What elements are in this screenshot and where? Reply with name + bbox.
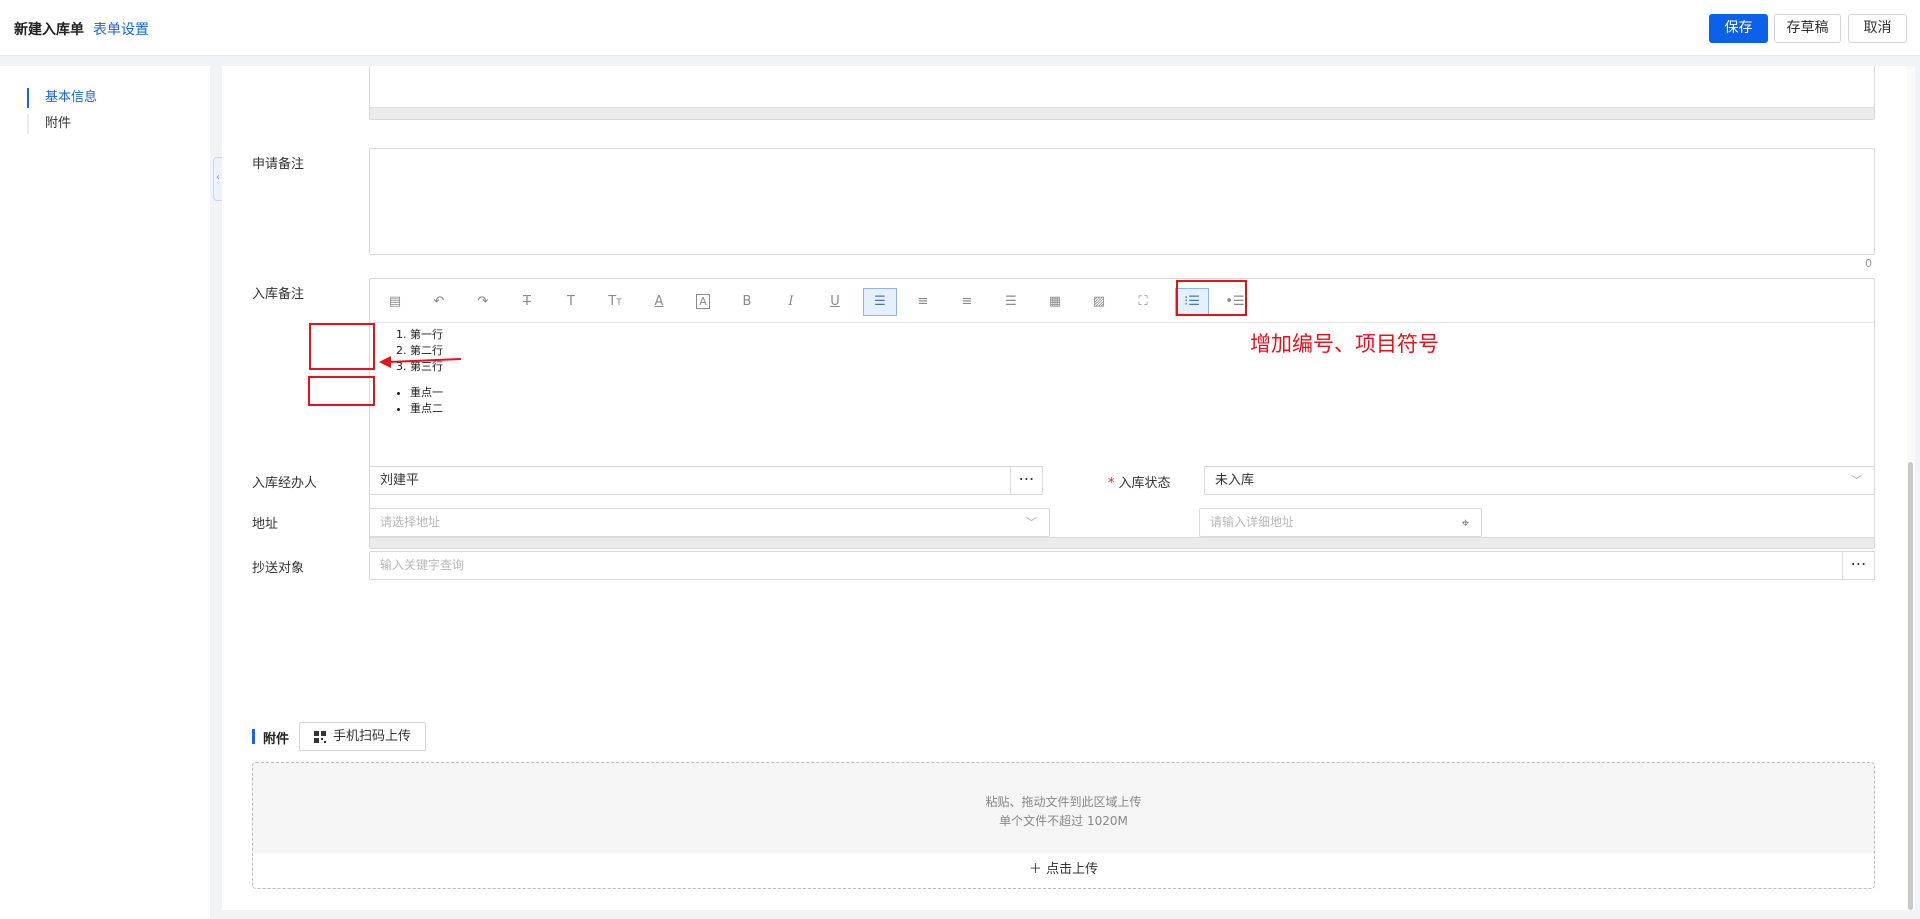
font-color-icon[interactable]: A	[643, 288, 675, 316]
mobile-scan-upload-label: 手机扫码上传	[333, 729, 412, 744]
ordered-list-item: 第一行	[410, 327, 443, 343]
stock-status-label-text: 入库状态	[1118, 476, 1171, 491]
size-limit-hint: 单个文件不超过 1020M	[999, 814, 1128, 828]
underline-icon[interactable]: U	[819, 288, 851, 316]
chevron-down-icon: ﹀	[1851, 474, 1862, 487]
previous-field-editor[interactable]	[369, 66, 1875, 120]
address-select-placeholder: 请选择地址	[380, 515, 441, 529]
editor-content[interactable]: 第一行 第二行 第三行 重点一 重点二	[378, 327, 443, 417]
bullet-list-item: 重点一	[410, 385, 443, 401]
attachments-section-title: 附件	[263, 732, 290, 747]
stock-status-label: * 入库状态	[1108, 472, 1171, 491]
annotation-ordered-highlight	[309, 323, 375, 370]
qr-code-icon	[314, 731, 326, 743]
chevron-down-icon: ﹀	[1026, 516, 1037, 529]
italic-icon[interactable]: I	[775, 288, 807, 316]
mobile-scan-upload-button[interactable]: 手机扫码上传	[299, 722, 426, 751]
annotation-bullet-highlight	[308, 376, 375, 406]
stock-remark-label: 入库备注	[252, 287, 305, 302]
apply-remark-textarea[interactable]	[369, 148, 1875, 255]
cc-placeholder: 输入关键字查询	[380, 558, 465, 572]
align-left-icon[interactable]: ☰	[863, 288, 897, 316]
plus-icon: ＋	[1028, 862, 1042, 877]
image-icon[interactable]: ▨	[1083, 288, 1115, 316]
address-select[interactable]: 请选择地址 ﹀	[369, 508, 1050, 537]
handler-value: 刘建平	[380, 473, 420, 488]
stock-status-select[interactable]: 未入库 ﹀	[1204, 466, 1875, 495]
form-settings-link[interactable]: 表单设置	[93, 19, 149, 39]
editor-statusbar	[370, 537, 1874, 548]
address-detail-input[interactable]: 请输入详细地址 ⌖	[1199, 508, 1482, 537]
template-icon[interactable]: ▤	[379, 288, 411, 316]
upload-dropzone[interactable]: 粘贴、拖动文件到此区域上传 单个文件不超过 1020M ＋ 点击上传	[252, 762, 1875, 889]
annotation-text: 增加编号、项目符号	[1250, 332, 1439, 356]
cc-input[interactable]: 输入关键字查询 ⋯	[369, 551, 1875, 580]
more-options-button[interactable]: ⋯	[1010, 466, 1043, 495]
save-draft-button[interactable]: 存草稿	[1774, 14, 1841, 43]
annotation-arrow-icon	[379, 356, 462, 368]
chevron-left-icon: ‹	[216, 172, 220, 183]
sidebar-item-attachments[interactable]: 附件	[27, 114, 71, 134]
background-color-icon[interactable]: A	[687, 288, 719, 316]
undo-icon[interactable]: ↶	[423, 288, 455, 316]
bullet-list-item: 重点二	[410, 401, 443, 417]
section-marker	[252, 729, 255, 744]
cc-label: 抄送对象	[252, 561, 305, 576]
top-bar: 新建入库单 表单设置 保存 存草稿 取消	[0, 0, 1920, 56]
address-detail-placeholder: 请输入详细地址	[1210, 515, 1295, 529]
redo-icon[interactable]: ↷	[467, 288, 499, 316]
more-options-button[interactable]: ⋯	[1842, 551, 1875, 580]
main-form: 申请备注 0 入库备注 ▤ ↶ ↷ T T TT A A B I U ☰ ≡ ≡…	[222, 66, 1907, 910]
fullscreen-icon[interactable]: ⛶	[1127, 288, 1159, 316]
cancel-button[interactable]: 取消	[1848, 14, 1907, 43]
bold-icon[interactable]: B	[731, 288, 763, 316]
scrollbar-thumb[interactable]	[1908, 462, 1913, 910]
strikethrough-icon[interactable]: T	[511, 288, 543, 316]
bullet-list: 重点一 重点二	[378, 385, 443, 417]
annotation-toolbar-highlight	[1176, 280, 1247, 316]
page-title: 新建入库单	[14, 22, 84, 38]
stock-status-value: 未入库	[1215, 473, 1255, 488]
click-upload-label: 点击上传	[1046, 862, 1099, 877]
editor-statusbar	[370, 107, 1874, 119]
sidebar-item-basic-info[interactable]: 基本信息	[27, 88, 97, 108]
location-pin-icon[interactable]: ⌖	[1462, 510, 1469, 537]
handler-label: 入库经办人	[252, 476, 318, 491]
editor-toolbar: ▤ ↶ ↷ T T TT A A B I U ☰ ≡ ≡ ☰ ▦ ▨ ⛶ ⁝☰ …	[371, 280, 1874, 323]
char-count: 0	[1865, 257, 1872, 270]
click-upload-button[interactable]: ＋ 点击上传	[253, 853, 1874, 888]
address-label: 地址	[252, 517, 279, 532]
table-icon[interactable]: ▦	[1039, 288, 1071, 316]
handler-input[interactable]: 刘建平 ⋯	[369, 466, 1043, 495]
save-button[interactable]: 保存	[1709, 14, 1768, 43]
justify-icon[interactable]: ☰	[995, 288, 1027, 316]
drop-hint: 粘贴、拖动文件到此区域上传	[985, 795, 1142, 809]
required-marker: *	[1108, 476, 1115, 491]
apply-remark-label: 申请备注	[252, 157, 305, 172]
font-size-icon[interactable]: TT	[599, 288, 631, 316]
sidebar: 基本信息 附件	[0, 66, 210, 919]
text-icon[interactable]: T	[555, 288, 587, 316]
align-right-icon[interactable]: ≡	[951, 288, 983, 316]
align-center-icon[interactable]: ≡	[907, 288, 939, 316]
